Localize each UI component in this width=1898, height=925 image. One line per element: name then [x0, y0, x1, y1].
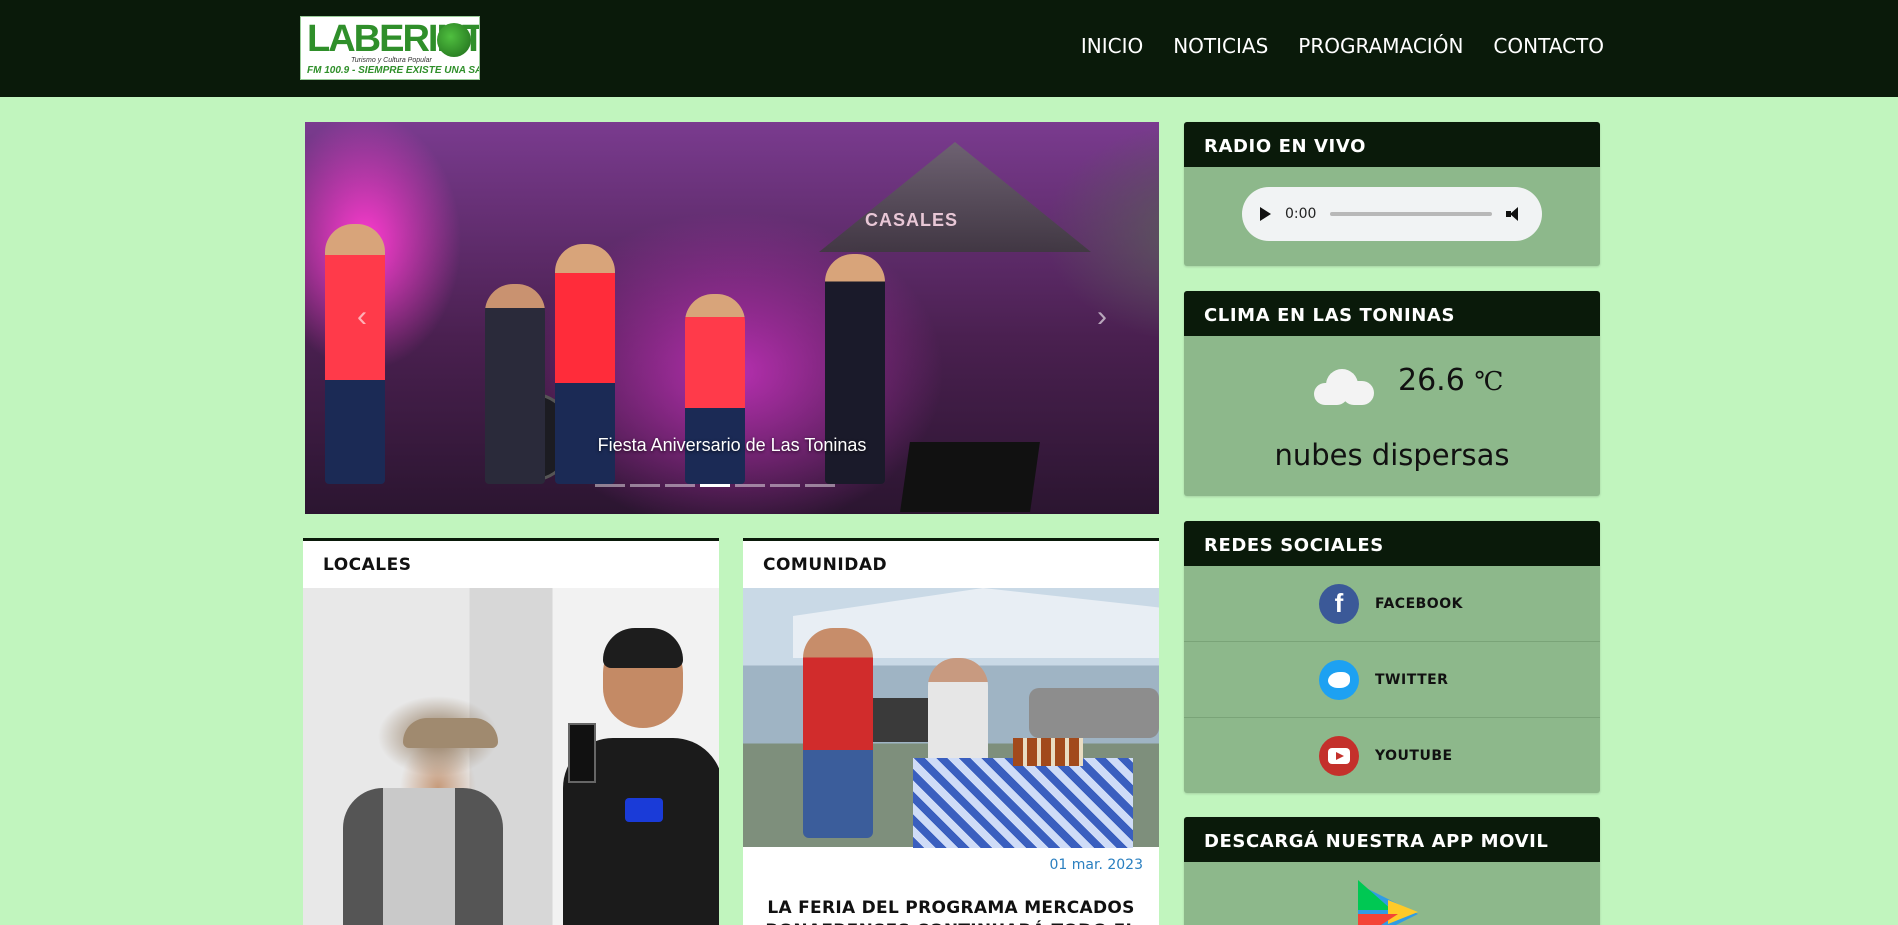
card-date: 01 mar. 2023 — [1049, 857, 1143, 873]
radio-widget: RADIO EN VIVO 0:00 — [1184, 122, 1600, 266]
progress-slider[interactable] — [1330, 212, 1492, 216]
temperature-unit: ℃ — [1474, 367, 1504, 397]
widget-heading: REDES SOCIALES — [1184, 521, 1600, 566]
card-image[interactable] — [743, 588, 1159, 848]
microphone — [568, 723, 596, 783]
card-title[interactable]: LA FERIA DEL PROGRAMA MERCADOS BONAERENS… — [743, 873, 1159, 925]
news-card-locales[interactable]: LOCALES — [303, 538, 719, 925]
temperature: 26.6 ℃ — [1398, 363, 1503, 398]
temperature-value: 26.6 — [1398, 363, 1465, 398]
hero-slider[interactable]: CASALES ‹ › Fiesta Aniversario de Las To… — [305, 122, 1159, 514]
main-nav: INICIO NOTICIAS PROGRAMACIÓN CONTACTO — [1081, 34, 1604, 58]
social-link-youtube[interactable]: YOUTUBE — [1184, 718, 1600, 793]
social-label: TWITTER — [1375, 671, 1449, 688]
stage-sign: CASALES — [865, 210, 959, 230]
top-header: LABERINTO Turismo y Cultura Popular FM 1… — [0, 0, 1898, 97]
app-download-widget: DESCARGÁ NUESTRA APP MOVIL — [1184, 817, 1600, 925]
nav-contacto[interactable]: CONTACTO — [1493, 34, 1604, 58]
social-link-facebook[interactable]: f FACEBOOK — [1184, 566, 1600, 642]
slider-dot[interactable] — [805, 484, 835, 487]
card-heading: LOCALES — [323, 555, 412, 575]
stage-tent — [819, 142, 1091, 252]
logo-globe-icon — [437, 23, 471, 57]
widget-heading: CLIMA EN LAS TONINAS — [1184, 291, 1600, 336]
audio-player[interactable]: 0:00 — [1242, 187, 1542, 241]
social-label: YOUTUBE — [1375, 748, 1453, 764]
slider-indicators[interactable] — [595, 484, 835, 487]
weather-widget: CLIMA EN LAS TONINAS 26.6 ℃ nubes disper… — [1184, 291, 1600, 496]
customer — [803, 628, 873, 838]
news-card-comunidad[interactable]: COMUNIDAD 01 mar. 2023 LA FERIA DEL PROG… — [743, 538, 1159, 925]
play-icon[interactable] — [1260, 207, 1271, 221]
phone — [625, 798, 663, 822]
google-play-icon[interactable] — [1358, 880, 1426, 925]
site-logo[interactable]: LABERINTO Turismo y Cultura Popular FM 1… — [300, 16, 480, 80]
youtube-icon — [1319, 736, 1359, 776]
widget-heading: RADIO EN VIVO — [1184, 122, 1600, 167]
card-heading: COMUNIDAD — [763, 555, 888, 575]
card-image[interactable] — [303, 588, 719, 925]
interviewer-hair — [603, 628, 683, 668]
slider-dot[interactable] — [770, 484, 800, 487]
hat — [403, 718, 498, 748]
parked-truck — [1029, 688, 1159, 738]
slider-dot[interactable] — [700, 484, 730, 487]
cloud-icon — [1314, 369, 1376, 405]
market-table — [913, 758, 1133, 848]
slider-dot[interactable] — [665, 484, 695, 487]
volume-icon[interactable] — [1506, 206, 1524, 222]
slider-dot[interactable] — [630, 484, 660, 487]
logo-tagline: FM 100.9 - SIEMPRE EXISTE UNA SALIDA — [307, 65, 479, 76]
logo-subtitle: Turismo y Cultura Popular — [351, 57, 432, 64]
slide-caption: Fiesta Aniversario de Las Toninas — [597, 435, 867, 455]
facebook-icon: f — [1319, 583, 1359, 624]
nav-inicio[interactable]: INICIO — [1081, 34, 1143, 58]
interviewee — [343, 788, 503, 925]
slider-next-icon[interactable]: › — [1097, 300, 1107, 334]
widget-heading: DESCARGÁ NUESTRA APP MOVIL — [1184, 817, 1600, 862]
slider-dot[interactable] — [735, 484, 765, 487]
jars — [1013, 738, 1083, 766]
nav-noticias[interactable]: NOTICIAS — [1173, 34, 1268, 58]
slider-dot[interactable] — [595, 484, 625, 487]
nav-programacion[interactable]: PROGRAMACIÓN — [1298, 34, 1463, 58]
weather-description: nubes dispersas — [1274, 438, 1510, 472]
twitter-icon — [1319, 659, 1359, 700]
player-time: 0:00 — [1285, 206, 1317, 222]
slider-prev-icon[interactable]: ‹ — [357, 300, 367, 334]
social-link-twitter[interactable]: TWITTER — [1184, 642, 1600, 718]
social-label: FACEBOOK — [1375, 595, 1463, 612]
social-widget: REDES SOCIALES f FACEBOOK TWITTER YOUTUB… — [1184, 521, 1600, 793]
